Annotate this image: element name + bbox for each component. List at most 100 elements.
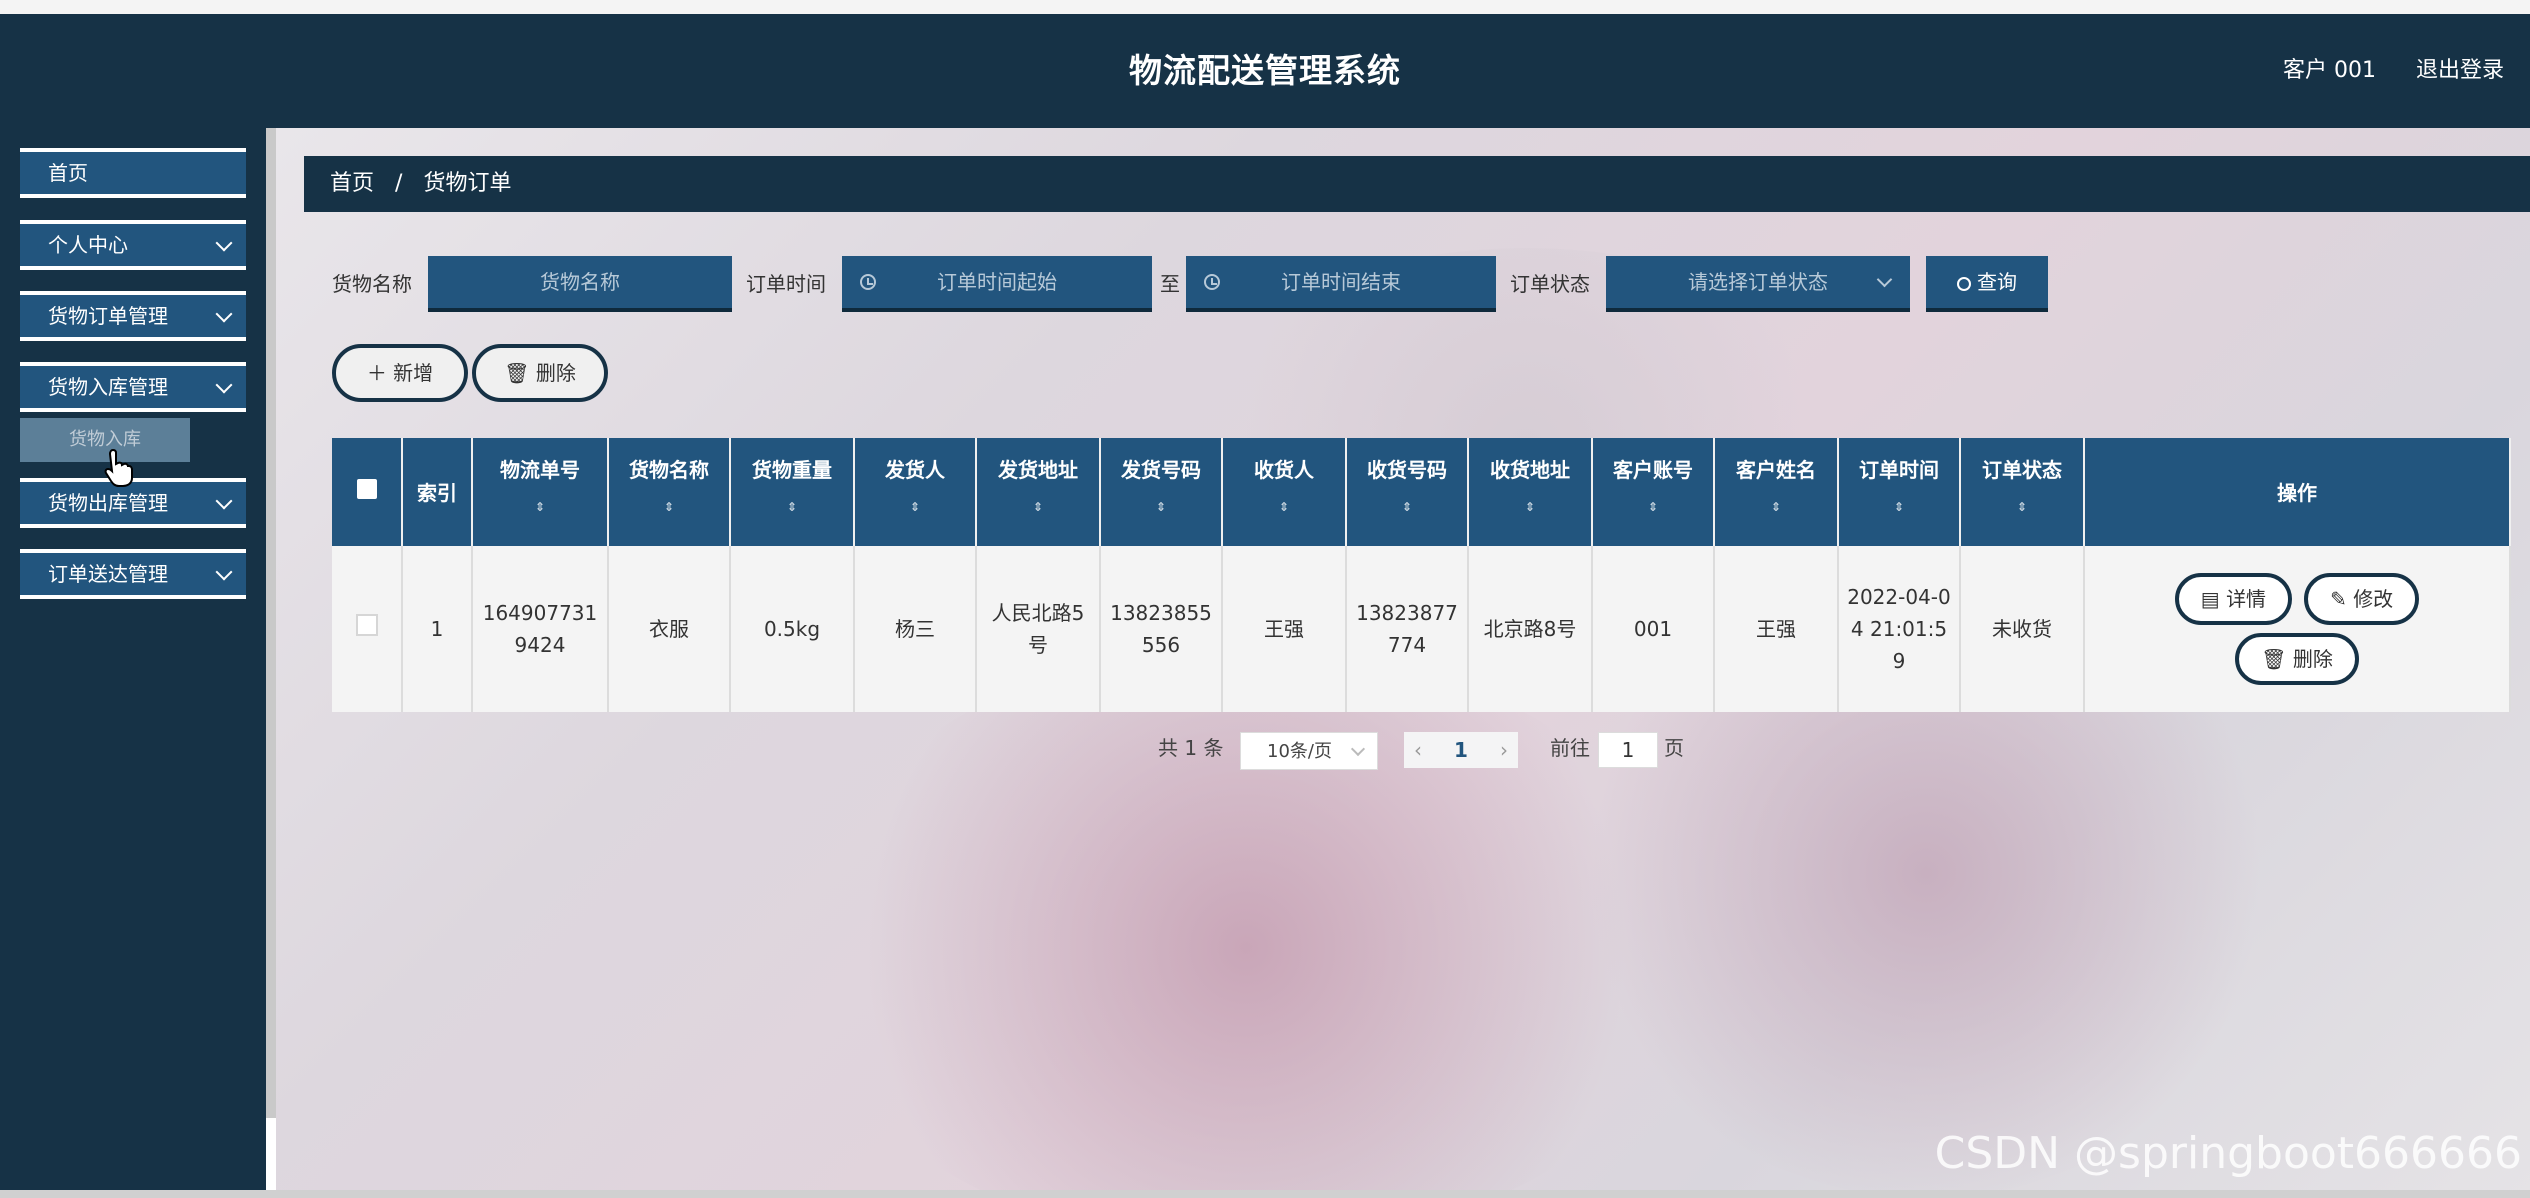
cell-customer-account: 001 [1592,546,1715,712]
column-header[interactable]: 发货人 ⇕ [854,438,977,546]
column-header[interactable]: 物流单号 ⇕ [472,438,609,546]
sidebar-scrollbar[interactable] [266,128,276,1118]
cell-operations: ▤ 详情 ✎ 修改 🗑 删除 [2084,546,2511,712]
sort-icon[interactable]: ⇕ [1470,501,1590,513]
sidebar-item-label: 订单送达管理 [48,562,168,586]
date-range-separator: 至 [1160,272,1180,296]
order-time-start-input[interactable]: 订单时间起始 [842,256,1152,312]
checkbox[interactable] [355,614,378,636]
cell-sender-phone: 13823855556 [1100,546,1223,712]
sort-icon[interactable]: ⇕ [1102,501,1220,513]
table-header-row: 索引 物流单号 ⇕ 货物名称 ⇕ 货物重量 ⇕ 发货人 ⇕ 发货地址 ⇕ 发货号码 ⇕ 收货… [332,438,2511,546]
pencil-icon: ✎ [2330,587,2347,611]
document-icon: ▤ [2200,587,2220,611]
order-time-end-input[interactable]: 订单时间结束 [1186,256,1496,312]
cell-sender-address: 人民北路5号 [976,546,1101,712]
sidebar-item-order-management[interactable]: 货物订单管理 [20,291,246,341]
order-status-select[interactable]: 请选择订单状态 [1606,256,1910,312]
sort-icon[interactable]: ⇕ [732,501,852,513]
bottom-scrollbar[interactable] [0,1190,2530,1198]
page-size-value: 10条/页 [1267,741,1332,762]
sidebar-item-label: 货物入库管理 [48,375,168,399]
sort-icon[interactable]: ⇕ [978,501,1098,513]
order-status-label: 订单状态 [1510,272,1590,296]
chevron-down-icon [215,234,233,252]
hand-cursor-icon [104,448,133,487]
watermark: CSDN @springboot666666 [1934,1128,2522,1179]
row-delete-button[interactable]: 🗑 删除 [2235,633,2359,685]
sidebar-item-label: 首页 [48,161,88,185]
breadcrumb: 首页 / 货物订单 [304,156,2530,212]
column-header[interactable]: 收货人 ⇕ [1222,438,1347,546]
goto-label: 前往 [1550,736,1590,760]
checkbox[interactable] [356,479,377,499]
column-header-operations: 操作 [2084,438,2511,546]
column-header[interactable]: 客户姓名 ⇕ [1714,438,1839,546]
add-button-label: 新增 [393,361,434,385]
chevron-down-icon [1876,271,1893,288]
page-number[interactable]: 1 [1454,732,1468,768]
chevron-left-icon[interactable]: ‹ [1414,732,1422,768]
sidebar-item-label: 货物出库管理 [48,491,168,515]
chevron-right-icon[interactable]: › [1500,732,1508,768]
cell-index: 1 [402,546,473,712]
add-button[interactable]: ＋ 新增 [332,344,468,402]
sort-icon[interactable]: ⇕ [610,501,728,513]
column-header: 索引 [402,438,473,546]
sidebar-item-delivery-management[interactable]: 订单送达管理 [20,549,246,599]
column-header[interactable]: 发货地址 ⇕ [976,438,1101,546]
column-header[interactable]: 收货号码 ⇕ [1346,438,1469,546]
order-time-start-placeholder: 订单时间起始 [937,270,1057,294]
detail-button[interactable]: ▤ 详情 [2174,573,2293,625]
sidebar-item-label: 个人中心 [48,233,128,257]
page-size-select[interactable]: 10条/页 [1240,732,1378,770]
cell-order-status: 未收货 [1960,546,2085,712]
column-header[interactable]: 客户账号 ⇕ [1592,438,1715,546]
column-header[interactable]: 货物重量 ⇕ [730,438,855,546]
goods-name-input[interactable]: 货物名称 [428,256,732,312]
chevron-down-icon [215,376,233,394]
app-title: 物流配送管理系统 [1129,51,1401,90]
row-select[interactable] [332,546,403,712]
chevron-down-icon [215,563,233,581]
sort-icon[interactable]: ⇕ [1224,501,1344,513]
cell-receiver-phone: 13823877774 [1346,546,1469,712]
sort-icon[interactable]: ⇕ [1594,501,1712,513]
sort-icon[interactable]: ⇕ [474,501,606,513]
sidebar-item-inbound-management[interactable]: 货物入库管理 [20,362,246,412]
goto-page-input[interactable]: 1 [1598,732,1658,768]
goods-name-placeholder: 货物名称 [540,270,620,294]
clock-icon [860,274,876,290]
query-button-label: 查询 [1977,270,2017,294]
column-header[interactable]: 订单状态 ⇕ [1960,438,2085,546]
edit-button[interactable]: ✎ 修改 [2304,573,2420,625]
sort-icon[interactable]: ⇕ [1348,501,1466,513]
sidebar-item-label: 货物订单管理 [48,304,168,328]
column-header[interactable]: 订单时间 ⇕ [1838,438,1961,546]
cell-order-time: 2022-04-04 21:01:59 [1838,546,1961,712]
sort-icon[interactable]: ⇕ [856,501,974,513]
cell-customer-name: 王强 [1714,546,1839,712]
column-header[interactable]: 收货地址 ⇕ [1468,438,1593,546]
column-header[interactable]: 货物名称 ⇕ [608,438,731,546]
clock-icon [1204,274,1220,290]
pagination-total: 共 1 条 [1158,736,1224,760]
app-header: 物流配送管理系统 客户 001 退出登录 [0,14,2530,128]
sidebar [0,128,266,1198]
table-row: 1 1649077319424 衣服 0.5kg 杨三 人民北路5号 13823… [332,546,2511,712]
column-header[interactable]: 发货号码 ⇕ [1100,438,1223,546]
sort-icon[interactable]: ⇕ [1840,501,1958,513]
header-select-all[interactable] [332,438,403,546]
sidebar-item-home[interactable]: 首页 [20,148,246,198]
query-button[interactable]: 查询 [1926,256,2048,312]
breadcrumb-home[interactable]: 首页 [330,171,374,196]
cell-sender: 杨三 [854,546,977,712]
sidebar-item-personal-center[interactable]: 个人中心 [20,220,246,270]
sort-icon[interactable]: ⇕ [1716,501,1836,513]
batch-delete-button[interactable]: 🗑 删除 [472,344,608,402]
current-user: 客户 001 [2283,58,2376,83]
trash-icon: 🗑 [2261,647,2287,671]
logout-link[interactable]: 退出登录 [2416,14,2504,128]
sort-icon[interactable]: ⇕ [1962,501,2082,513]
plus-icon: ＋ [366,361,387,385]
